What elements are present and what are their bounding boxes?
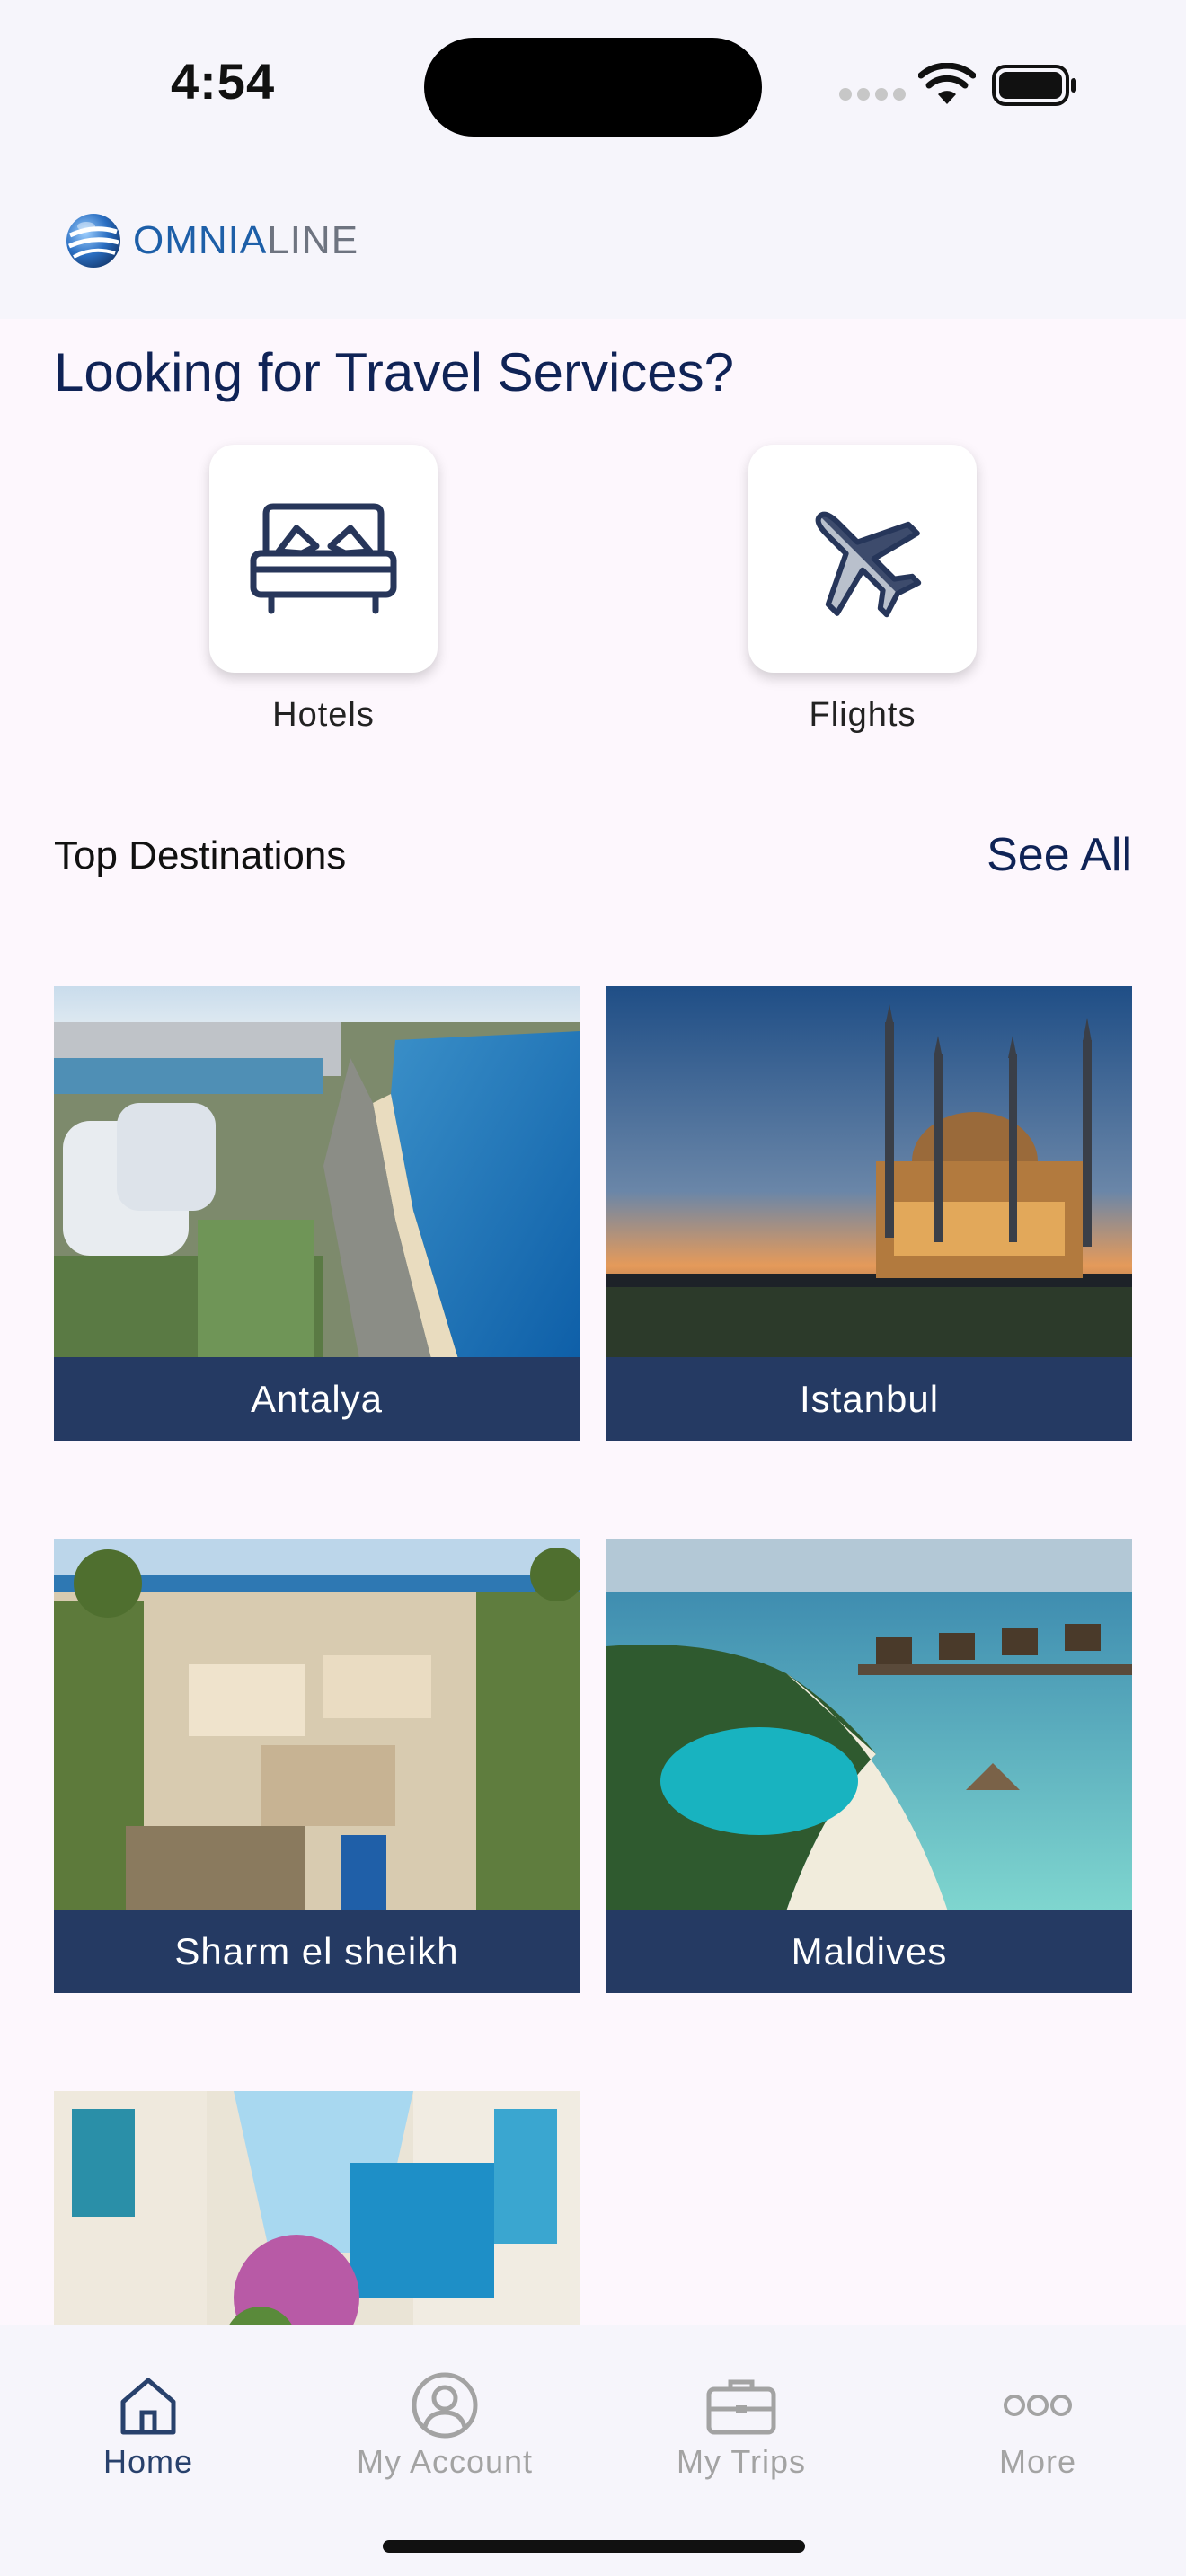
hotels-button[interactable] [209,445,438,673]
tab-more-label: More [998,2443,1077,2480]
destination-name: Istanbul [606,1357,1132,1441]
briefcase-icon [706,2379,776,2435]
wifi-icon [918,63,976,104]
home-icon [120,2378,176,2435]
flights-button[interactable] [748,445,977,673]
tab-my-trips-label: My Trips [676,2443,806,2480]
see-all-link[interactable]: See All [987,828,1132,882]
dynamic-island [424,38,762,137]
flights-label: Flights [809,696,916,734]
destination-card-sharm-el-sheikh[interactable]: Sharm el sheikh [54,1539,580,1995]
destination-name: Antalya [54,1357,580,1441]
cellular-signal-icon [839,88,911,105]
home-indicator [383,2540,805,2553]
app-header: OMNIALINE [0,162,1186,319]
antalya-image [54,986,580,1359]
destination-name: Sharm el sheikh [54,1910,580,1993]
airplane-icon [815,511,922,618]
sharm-el-sheikh-image [54,1539,580,1911]
tab-more[interactable]: More [890,2325,1186,2504]
tab-my-account-label: My Account [356,2443,534,2480]
tab-bar: Home My Account My Trips More [0,2325,1186,2576]
logo-text-omnia: OMNIA [133,218,268,262]
more-icon [1004,2395,1072,2416]
hotels-label: Hotels [272,696,375,734]
partial-destination-image [54,2091,580,2326]
omnialine-logo[interactable]: OMNIALINE [65,212,358,269]
destination-card-istanbul[interactable]: Istanbul [606,986,1132,1442]
destination-card-partial[interactable] [54,2091,580,2326]
tab-home-label: Home [102,2443,194,2480]
tab-home[interactable]: Home [0,2325,296,2504]
maldives-image [606,1539,1132,1911]
status-bar: 4:54 [0,0,1186,162]
battery-icon [992,65,1076,106]
services-title: Looking for Travel Services? [54,342,735,402]
istanbul-image [606,986,1132,1359]
bed-icon [250,503,397,614]
tab-my-trips[interactable]: My Trips [593,2325,890,2504]
account-icon [412,2372,478,2439]
top-destinations-heading: Top Destinations [54,834,347,878]
tab-my-account[interactable]: My Account [296,2325,593,2504]
destination-card-antalya[interactable]: Antalya [54,986,580,1442]
logo-text-line: LINE [267,218,359,262]
status-time: 4:54 [171,53,276,110]
destination-card-maldives[interactable]: Maldives [606,1539,1132,1995]
destination-name: Maldives [606,1910,1132,1993]
globe-logo-icon [66,214,120,268]
